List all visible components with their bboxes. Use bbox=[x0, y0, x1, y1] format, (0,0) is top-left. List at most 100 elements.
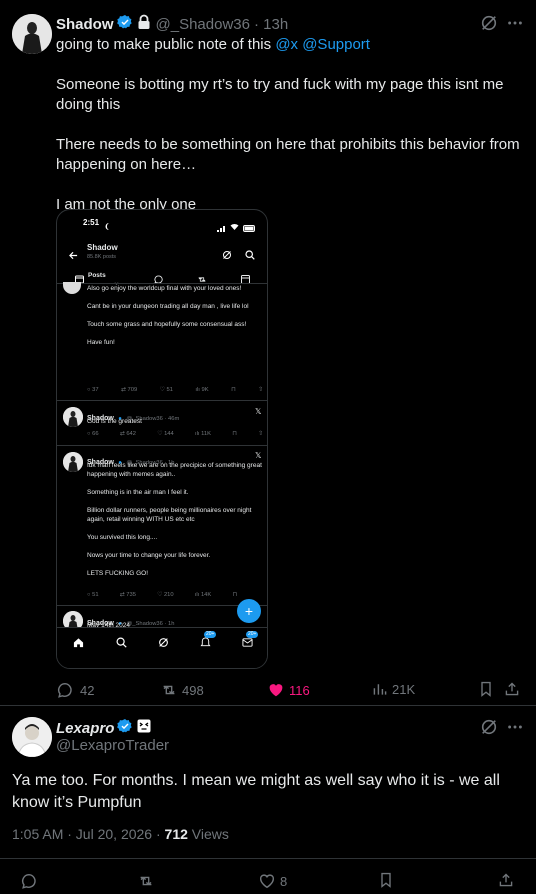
share-button[interactable] bbox=[498, 872, 514, 888]
grok-icon[interactable] bbox=[222, 247, 232, 265]
post3-reposts[interactable]: ⇄ 735 bbox=[120, 592, 136, 598]
tweet2-text: Ya me too. For months. I mean we might a… bbox=[12, 772, 500, 811]
post1-line3: Touch some grass and hopefully some cons… bbox=[87, 321, 247, 328]
grok-nav-icon[interactable] bbox=[158, 635, 169, 653]
avatar-shadow[interactable] bbox=[12, 14, 52, 54]
post-timestamp[interactable]: 1:05 AM · Jul 20, 2026 · bbox=[12, 826, 165, 842]
home-icon[interactable] bbox=[73, 635, 84, 653]
post2-views[interactable]: ılı 11K bbox=[195, 431, 211, 437]
post3-line5: Nows your time to change your life forev… bbox=[87, 552, 211, 559]
post1-share-icon[interactable]: ⇧ bbox=[258, 387, 263, 393]
post3-avatar[interactable] bbox=[63, 452, 83, 472]
avatar-lexapro[interactable] bbox=[12, 717, 52, 757]
post3-text: Idk man feels like we are on the precipi… bbox=[87, 461, 265, 578]
views-label: Views bbox=[187, 826, 229, 842]
share-icon bbox=[505, 682, 519, 696]
tweet2-header: Lexapro bbox=[56, 718, 151, 739]
post1-line4: Have fun! bbox=[87, 339, 115, 346]
x-logo-icon: 𝕏 bbox=[255, 451, 262, 460]
tweet2-meta: 1:05 AM · Jul 20, 2026 · 712 Views bbox=[12, 826, 229, 842]
post3-replies[interactable]: ○ 51 bbox=[87, 592, 99, 598]
post1-likes[interactable]: ♡ 51 bbox=[160, 387, 173, 393]
grok-icon[interactable] bbox=[480, 14, 498, 37]
heart-icon bbox=[259, 874, 275, 889]
signal-icon bbox=[217, 219, 227, 237]
wifi-icon bbox=[230, 218, 239, 236]
post1-text: Also go enjoy the worldcup final with yo… bbox=[87, 284, 263, 347]
post1-replies[interactable]: ○ 37 bbox=[87, 387, 99, 393]
author-handle[interactable]: @LexaproTrader bbox=[56, 737, 169, 754]
explore-search-icon[interactable] bbox=[116, 635, 127, 653]
post3-line1: Idk man feels like we are on the precipi… bbox=[87, 462, 262, 478]
repost-button[interactable] bbox=[137, 872, 155, 890]
like-button[interactable]: 116 bbox=[267, 681, 310, 699]
post1-line1: Also go enjoy the worldcup final with yo… bbox=[87, 285, 242, 292]
views-count: 21K bbox=[392, 681, 416, 697]
battery-icon bbox=[243, 219, 256, 237]
share-button[interactable] bbox=[504, 681, 520, 697]
post2-reposts[interactable]: ⇄ 642 bbox=[120, 431, 136, 437]
repost-icon bbox=[163, 685, 175, 695]
profile-header-posts: 85.8K posts bbox=[87, 254, 117, 260]
search-icon[interactable] bbox=[245, 247, 255, 265]
reply-icon bbox=[57, 682, 72, 698]
paragraph-2: Someone is botting my rt’s to try and fu… bbox=[56, 76, 504, 113]
attached-screenshot[interactable]: 2:51 Shadow 85.8K posts Posts Also go en… bbox=[56, 209, 268, 669]
post2-share-icon[interactable]: ⇧ bbox=[258, 431, 263, 437]
like-count: 8 bbox=[280, 873, 288, 889]
moon-icon bbox=[104, 218, 112, 236]
affiliate-badge-icon bbox=[137, 719, 151, 738]
text-line1: going to make public note of this bbox=[56, 36, 276, 53]
profile-header-name: Shadow bbox=[87, 243, 118, 252]
bookmark-icon bbox=[381, 872, 391, 888]
repost-count: 498 bbox=[182, 682, 204, 698]
like-button[interactable]: 8 bbox=[258, 872, 287, 890]
bookmark-icon bbox=[481, 681, 491, 697]
posts-filter-label[interactable]: Posts bbox=[88, 272, 106, 279]
bookmark-button[interactable] bbox=[478, 681, 494, 697]
back-arrow-icon[interactable] bbox=[69, 247, 78, 265]
post1-avatar[interactable] bbox=[63, 282, 81, 294]
author-name[interactable]: Shadow bbox=[56, 16, 114, 33]
post2-text: God is the greatest bbox=[87, 418, 142, 425]
post1-bookmark-icon[interactable]: ⊓ bbox=[231, 387, 236, 393]
repost-button[interactable]: 498 bbox=[160, 681, 204, 699]
mentions-link[interactable]: @x @Support bbox=[275, 36, 370, 53]
status-time: 2:51 bbox=[83, 218, 100, 227]
reply-icon bbox=[21, 873, 36, 889]
messages-badge: 20+ bbox=[246, 631, 259, 638]
post3-line3: Billion dollar runners, people being mil… bbox=[87, 507, 252, 523]
post3-likes[interactable]: ♡ 210 bbox=[157, 592, 173, 598]
post1-views[interactable]: ılı 9K bbox=[195, 387, 208, 393]
post1-actions: ○ 37 ⇄ 709 ♡ 51 ılı 9K ⊓ ⇧ bbox=[87, 387, 263, 393]
post2-avatar[interactable] bbox=[63, 407, 83, 427]
author-name[interactable]: Lexapro bbox=[56, 720, 114, 737]
more-options-icon[interactable] bbox=[506, 718, 524, 741]
post3-bookmark-icon[interactable]: ⊓ bbox=[232, 592, 237, 598]
verified-badge-icon bbox=[117, 718, 133, 739]
reply-button[interactable]: 42 bbox=[56, 681, 94, 699]
reply-button[interactable] bbox=[20, 872, 38, 890]
post2-replies[interactable]: ○ 66 bbox=[87, 431, 99, 437]
verified-badge-icon bbox=[116, 14, 133, 35]
bookmark-button[interactable] bbox=[378, 872, 394, 888]
post2-bookmark-icon[interactable]: ⊓ bbox=[232, 431, 237, 437]
post3-line2: Something is in the air man I feel it. bbox=[87, 489, 189, 496]
compose-fab-button[interactable]: + bbox=[237, 599, 261, 623]
share-icon bbox=[499, 873, 513, 887]
post3-views[interactable]: ılı 14K bbox=[195, 592, 211, 598]
post3-line4: You survived this long.... bbox=[87, 534, 158, 541]
more-options-icon[interactable] bbox=[506, 14, 524, 37]
post1-line2: Cant be in your dungeon trading all day … bbox=[87, 303, 249, 310]
like-count: 116 bbox=[289, 682, 310, 698]
author-handle[interactable]: @_Shadow36 bbox=[156, 16, 250, 33]
post3-line6: LETS FUCKING GO! bbox=[87, 570, 149, 577]
post2-likes[interactable]: ♡ 144 bbox=[157, 431, 173, 437]
grok-icon[interactable] bbox=[480, 718, 498, 741]
post-time[interactable]: · 13h bbox=[254, 16, 288, 33]
views-button[interactable]: 21K bbox=[372, 681, 415, 697]
paragraph-3: There needs to be something on here that… bbox=[56, 136, 520, 173]
post3-actions: ○ 51 ⇄ 735 ♡ 210 ılı 14K ⊓ bbox=[87, 592, 237, 598]
post1-reposts[interactable]: ⇄ 709 bbox=[121, 387, 137, 393]
divider bbox=[0, 858, 536, 859]
